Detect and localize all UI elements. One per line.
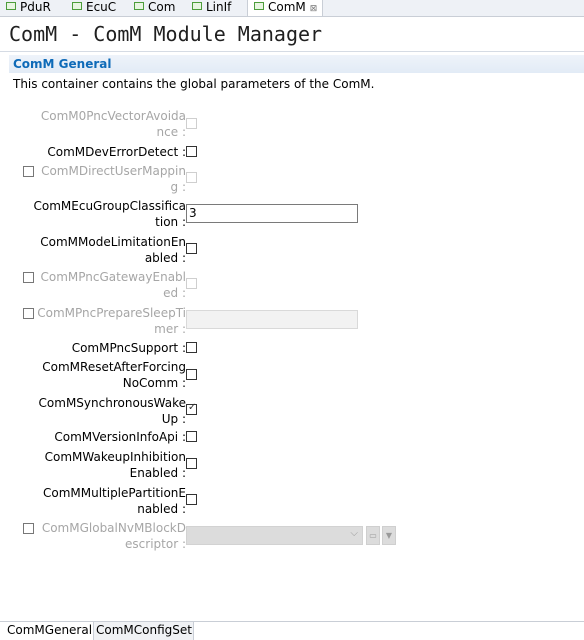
global-nvm-block-descriptor-select[interactable]: ⌵ (186, 526, 363, 545)
section-description: This container contains the global param… (13, 77, 375, 91)
chevron-down-icon: ▼ (385, 531, 393, 540)
tab-com[interactable]: Com (128, 0, 186, 16)
param-label: ComMWakeupInhibition Enabled : (44, 450, 186, 480)
enable-direct-user-mapping-checkbox[interactable] (23, 166, 34, 177)
checkmark-icon: ✓ (188, 402, 197, 413)
tab-linif[interactable]: LinIf (186, 0, 247, 16)
tab-label: Com (148, 0, 176, 14)
param-label: ComMResetAfterForcing NoComm : (42, 360, 186, 390)
bottom-tab-comm-config-set[interactable]: ComMConfigSet (94, 622, 194, 640)
tab-label: ComM (268, 0, 306, 14)
param-label: ComMSynchronousWake Up : (38, 396, 186, 426)
enable-global-nvm-block-descriptor-checkbox[interactable] (23, 523, 34, 534)
file-icon (254, 2, 264, 10)
section-header: ComM General (9, 55, 584, 73)
tab-label: LinIf (206, 0, 232, 14)
tab-comm[interactable]: ComM ⊠ (247, 0, 323, 16)
dev-error-detect-checkbox[interactable] (186, 146, 197, 157)
browse-reference-button[interactable]: ▭ (366, 526, 380, 545)
section-title: ComM General (13, 57, 112, 71)
synchronous-wakeup-checkbox[interactable]: ✓ (186, 402, 197, 415)
chevron-down-icon: ⌵ (350, 528, 358, 539)
file-icon (192, 2, 202, 10)
param-label: ComMGlobalNvMBlockD escriptor : (41, 521, 186, 551)
close-icon[interactable]: ⊠ (310, 4, 318, 14)
direct-user-mapping-checkbox[interactable] (186, 172, 197, 183)
editor-tab-bar: PduR EcuC Com LinIf ComM ⊠ (0, 0, 584, 17)
bottom-tab-comm-general[interactable]: ComMGeneral (5, 622, 94, 640)
reference-menu-button[interactable]: ▼ (382, 526, 396, 545)
file-icon (6, 2, 16, 10)
mode-limitation-enabled-checkbox[interactable] (186, 243, 197, 254)
pnc-prepare-sleep-timer-input[interactable] (186, 310, 358, 329)
version-info-api-checkbox[interactable] (186, 431, 197, 442)
pnc-support-checkbox[interactable] (186, 342, 197, 353)
browse-icon: ▭ (369, 531, 377, 540)
param-label: ComMDirectUserMappin g : (41, 164, 186, 194)
tab-pdur[interactable]: PduR (0, 0, 66, 16)
param-label: ComMPncPrepareSleepTi mer : (37, 306, 186, 336)
tab-label: PduR (20, 0, 51, 14)
page-title: ComM - ComM Module Manager (9, 22, 323, 46)
param-label: ComMVersionInfoApi : (54, 430, 186, 444)
divider (0, 51, 584, 52)
pnc-vector-avoidance-checkbox[interactable] (186, 118, 197, 129)
ecu-group-classification-input[interactable]: 3 (186, 204, 358, 223)
wakeup-inhibition-enabled-checkbox[interactable] (186, 458, 197, 469)
file-icon (72, 2, 82, 10)
param-label: ComMPncSupport : (71, 341, 186, 355)
enable-pnc-prepare-sleep-timer-checkbox[interactable] (23, 308, 34, 319)
enable-pnc-gateway-checkbox[interactable] (23, 272, 34, 283)
param-label: ComMModeLimitationEn abled : (40, 235, 186, 265)
param-label: ComMMultiplePartitionE nabled : (42, 486, 186, 516)
param-label: ComMDevErrorDetect : (47, 145, 186, 159)
multiple-partition-enabled-checkbox[interactable] (186, 494, 197, 505)
param-label: ComMEcuGroupClassifica tion : (33, 199, 187, 229)
reset-after-forcing-nocomm-checkbox[interactable] (186, 369, 197, 380)
param-label: ComM0PncVectorAvoida nce : (40, 109, 186, 139)
tab-label: EcuC (86, 0, 117, 14)
pnc-gateway-enabled-checkbox[interactable] (186, 278, 197, 289)
file-icon (134, 2, 144, 10)
tab-ecuc[interactable]: EcuC (66, 0, 128, 16)
param-label: ComMPncGatewayEnabl ed : (40, 270, 187, 300)
